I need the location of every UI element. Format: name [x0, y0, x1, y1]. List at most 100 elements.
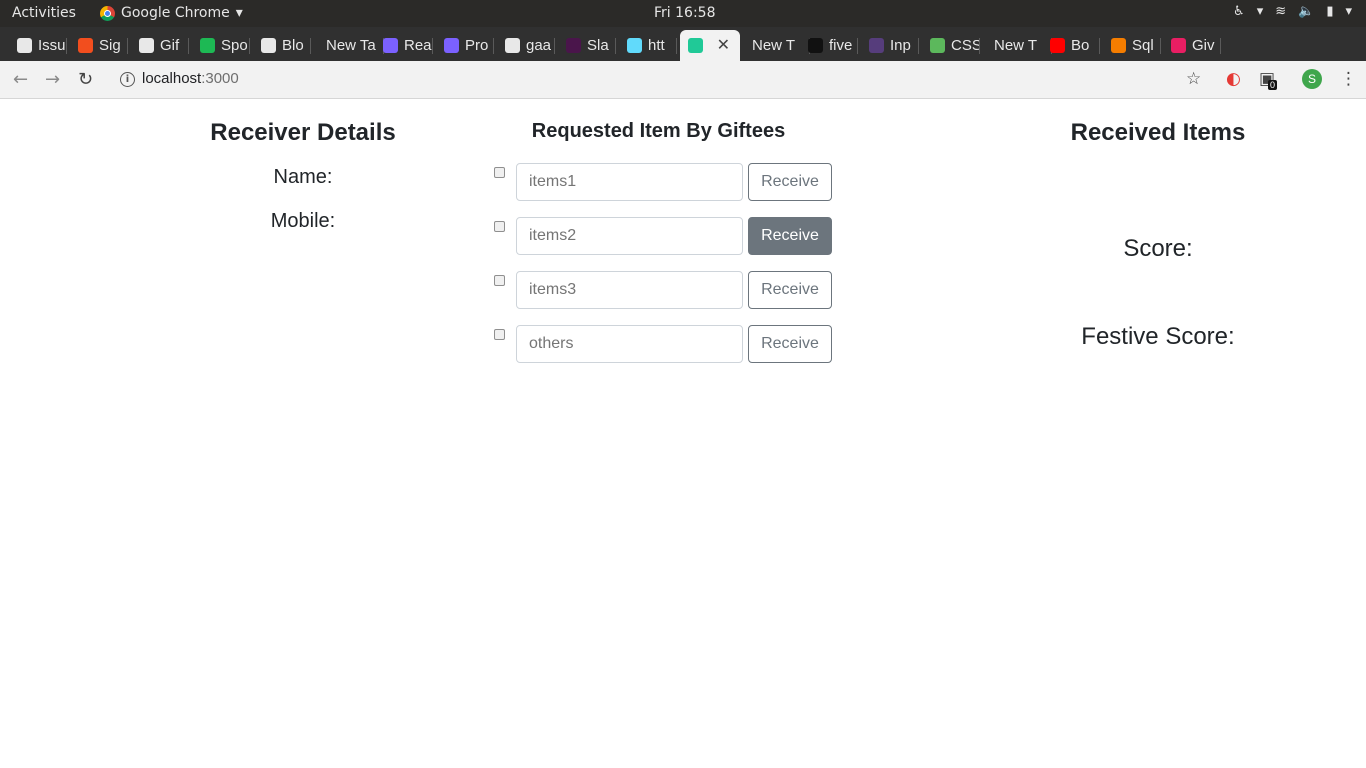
tab-label: Issu	[38, 37, 66, 54]
tab-separator	[249, 38, 250, 54]
browser-tab[interactable]: Sql	[1103, 30, 1161, 61]
app-menu[interactable]: Google Chrome ▾	[100, 5, 243, 21]
received-items: Received Items Score: Festive Score:	[1060, 119, 1256, 350]
extension-icon[interactable]: ◐	[1226, 69, 1241, 89]
tab-separator	[310, 38, 311, 54]
tab-separator	[1160, 38, 1161, 54]
forward-icon[interactable]: →	[45, 69, 60, 90]
item-input[interactable]	[516, 271, 743, 309]
browser-tab[interactable]: CSS	[922, 30, 980, 61]
tab-label: Blo	[282, 37, 304, 54]
favicon-icon	[78, 38, 93, 53]
received-title: Received Items	[1070, 119, 1246, 146]
page-content: Receiver Details Name: Mobile: Requested…	[0, 99, 1366, 768]
receive-button[interactable]: Receive	[748, 163, 832, 201]
requested-title: Requested Item By Giftees	[531, 120, 786, 142]
receive-button[interactable]: Receive	[748, 325, 832, 363]
address-bar[interactable]: i localhost:3000	[110, 66, 1210, 94]
browser-tab[interactable]: ✕	[680, 30, 740, 61]
item-input[interactable]	[516, 217, 743, 255]
tab-label: Rea	[404, 37, 432, 54]
bookmark-star-icon[interactable]: ☆	[1186, 69, 1201, 89]
app-name: Google Chrome	[121, 5, 230, 21]
favicon-icon	[200, 38, 215, 53]
item-checkbox[interactable]	[494, 167, 505, 178]
item-input[interactable]	[516, 325, 743, 363]
receiver-title: Receiver Details	[210, 119, 396, 146]
tab-separator	[676, 38, 677, 54]
menu-icon[interactable]: ⋮	[1340, 69, 1357, 89]
list-item: Receive	[490, 163, 835, 201]
favicon-icon	[17, 38, 32, 53]
browser-tab[interactable]: New Ta	[314, 30, 384, 61]
accessibility-icon[interactable]: ♿	[1233, 4, 1245, 19]
avatar[interactable]: S	[1302, 69, 1322, 89]
browser-tab[interactable]: htt	[619, 30, 677, 61]
tab-separator	[127, 38, 128, 54]
list-item: Receive	[490, 271, 835, 309]
receive-button[interactable]: Receive	[748, 217, 832, 255]
chevron-down-icon[interactable]: ▾	[1257, 4, 1264, 19]
favicon-icon	[383, 38, 398, 53]
tab-label: New Ta	[326, 37, 376, 54]
favicon-icon	[930, 38, 945, 53]
requested-items: Requested Item By Giftees Receive Receive…	[490, 119, 835, 363]
item-input[interactable]	[516, 163, 743, 201]
browser-tab[interactable]: Sig	[70, 30, 128, 61]
tab-label: Sla	[587, 37, 609, 54]
browser-tab[interactable]: Giv	[1163, 30, 1221, 61]
tab-label: New T	[994, 37, 1038, 54]
browser-tab[interactable]: Gif	[131, 30, 189, 61]
browser-tab[interactable]: Inp	[861, 30, 919, 61]
browser-tab[interactable]: Rea	[375, 30, 433, 61]
wifi-icon[interactable]: ≋	[1275, 4, 1286, 19]
favicon-icon	[808, 38, 823, 53]
tab-label: CSS	[951, 37, 980, 54]
receive-button[interactable]: Receive	[748, 271, 832, 309]
tab-label: Inp	[890, 37, 911, 54]
info-icon[interactable]: i	[120, 72, 135, 87]
receiver-details: Receiver Details Name: Mobile:	[190, 119, 416, 233]
tab-label: Bo	[1071, 37, 1090, 54]
browser-tab[interactable]: gaa	[497, 30, 555, 61]
list-item: Receive	[490, 217, 835, 255]
favicon-icon	[505, 38, 520, 53]
browser-tab[interactable]: Spo	[192, 30, 250, 61]
name-label: Name:	[273, 166, 333, 188]
score-label: Score:	[1123, 235, 1193, 262]
item-checkbox[interactable]	[494, 221, 505, 232]
back-icon[interactable]: ←	[13, 69, 28, 90]
activities-button[interactable]: Activities	[12, 5, 76, 21]
favicon-icon	[1111, 38, 1126, 53]
tab-separator	[857, 38, 858, 54]
browser-tab[interactable]: Pro	[436, 30, 494, 61]
tab-label: New T	[752, 37, 796, 54]
item-checkbox[interactable]	[494, 275, 505, 286]
tab-separator	[493, 38, 494, 54]
tab-label: htt	[648, 37, 665, 54]
battery-icon[interactable]: ▮	[1326, 4, 1333, 19]
system-tray[interactable]: ♿ ▾ ≋ 🔈 ▮ ▾	[1233, 4, 1352, 19]
clock[interactable]: Fri 16:58	[654, 5, 715, 21]
tab-separator	[979, 38, 980, 54]
chevron-down-icon: ▾	[235, 5, 243, 21]
chrome-icon	[100, 5, 115, 21]
chevron-down-icon[interactable]: ▾	[1345, 4, 1352, 19]
item-checkbox[interactable]	[494, 329, 505, 340]
tab-label: Sig	[99, 37, 121, 54]
browser-tab[interactable]: five	[800, 30, 858, 61]
browser-tab[interactable]: Blo	[253, 30, 311, 61]
favicon-icon	[139, 38, 154, 53]
browser-tab[interactable]: Sla	[558, 30, 616, 61]
volume-icon[interactable]: 🔈	[1298, 4, 1314, 19]
url-text[interactable]: localhost:3000	[142, 70, 239, 87]
reload-icon[interactable]: ↻	[78, 69, 93, 90]
browser-tab[interactable]: Issu	[9, 30, 67, 61]
tab-label: Gif	[160, 37, 180, 54]
tab-label: Spo	[221, 37, 248, 54]
tab-label: Pro	[465, 37, 489, 54]
tab-label: Giv	[1192, 37, 1215, 54]
browser-tab[interactable]: Bo	[1042, 30, 1100, 61]
tab-separator	[1220, 38, 1221, 54]
close-tab-icon[interactable]: ✕	[717, 35, 730, 55]
